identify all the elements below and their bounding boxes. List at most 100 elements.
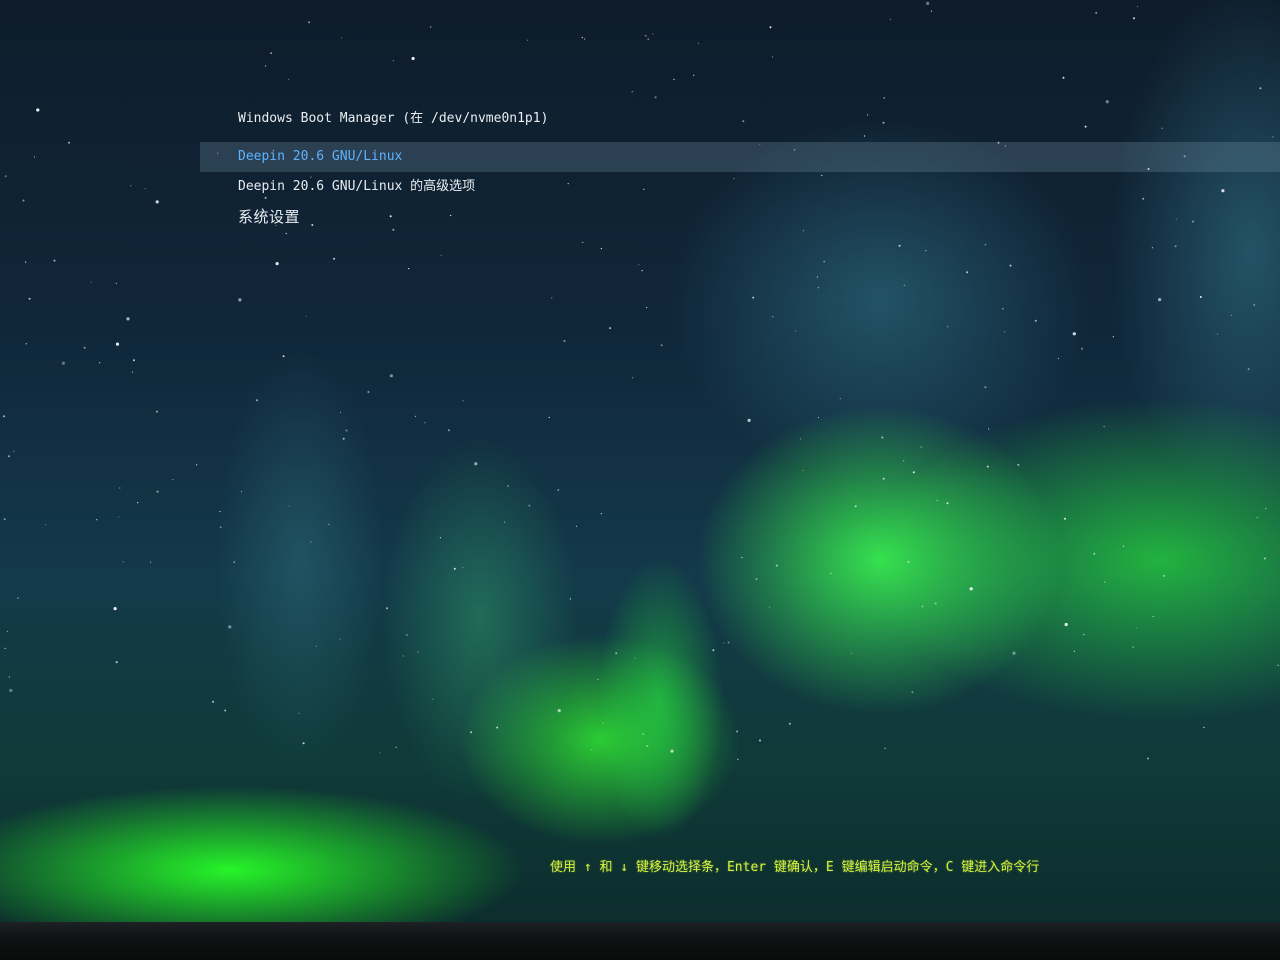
- star: [305, 315, 307, 317]
- star: [563, 340, 566, 342]
- star: [439, 537, 441, 539]
- star: [113, 607, 117, 611]
- star: [988, 428, 990, 430]
- star: [90, 281, 92, 283]
- star: [581, 36, 583, 39]
- star: [755, 578, 758, 581]
- star: [308, 21, 311, 24]
- star: [644, 34, 647, 37]
- star: [557, 489, 560, 491]
- star: [903, 284, 905, 286]
- star: [389, 374, 393, 378]
- star: [417, 651, 419, 653]
- star: [1083, 634, 1085, 636]
- star: [430, 26, 432, 28]
- star: [156, 490, 159, 493]
- star: [788, 722, 791, 725]
- star: [392, 60, 394, 62]
- star: [673, 78, 675, 80]
- star: [1064, 517, 1066, 520]
- star: [631, 91, 633, 93]
- star: [265, 65, 267, 67]
- boot-screen: Windows Boot Manager (在 /dev/nvme0n1p1) …: [0, 0, 1280, 960]
- star: [285, 232, 287, 235]
- star: [33, 156, 36, 158]
- star: [1230, 314, 1232, 316]
- star: [386, 607, 388, 610]
- star: [1216, 333, 1219, 335]
- star: [4, 175, 7, 178]
- star: [569, 598, 572, 600]
- star: [609, 327, 612, 330]
- star: [156, 410, 158, 413]
- star: [408, 268, 410, 270]
- star: [723, 642, 725, 644]
- star: [130, 185, 132, 187]
- star: [830, 572, 832, 574]
- boot-entry-system-settings[interactable]: 系统设置: [200, 202, 1280, 232]
- star: [575, 525, 578, 527]
- boot-menu: Windows Boot Manager (在 /dev/nvme0n1p1) …: [200, 104, 1280, 232]
- star: [1253, 304, 1256, 306]
- star: [660, 344, 663, 347]
- star: [1112, 336, 1114, 338]
- star: [440, 254, 442, 257]
- star: [118, 516, 120, 518]
- star: [1072, 332, 1076, 336]
- star: [934, 602, 937, 605]
- star: [219, 510, 221, 513]
- star: [144, 188, 146, 190]
- star: [1259, 87, 1262, 90]
- star: [126, 317, 130, 321]
- star: [772, 316, 774, 318]
- star: [817, 416, 820, 419]
- star: [1174, 245, 1177, 248]
- star: [817, 287, 819, 289]
- star: [1199, 296, 1202, 298]
- star: [132, 359, 135, 362]
- star: [119, 487, 121, 489]
- star: [1263, 557, 1266, 560]
- star: [25, 343, 27, 345]
- star: [9, 688, 13, 693]
- star: [1103, 425, 1105, 428]
- star: [1265, 508, 1267, 510]
- star: [339, 411, 342, 413]
- star: [769, 26, 772, 29]
- star: [402, 655, 404, 657]
- star: [83, 346, 86, 349]
- star: [1133, 17, 1135, 20]
- star: [925, 250, 927, 252]
- boot-entry-deepin-advanced[interactable]: Deepin 20.6 GNU/Linux 的高级选项: [200, 172, 1280, 202]
- star: [96, 519, 98, 521]
- star: [907, 560, 910, 563]
- star: [406, 634, 408, 636]
- boot-entry-windows[interactable]: Windows Boot Manager (在 /dev/nvme0n1p1): [200, 104, 1280, 134]
- star: [315, 645, 317, 647]
- star: [1034, 319, 1037, 322]
- star: [288, 78, 290, 80]
- star: [930, 10, 933, 12]
- star: [414, 415, 417, 417]
- star: [632, 377, 634, 379]
- star: [600, 513, 603, 515]
- star: [345, 429, 348, 432]
- star: [1203, 726, 1205, 729]
- star: [984, 386, 987, 389]
- star: [504, 521, 506, 523]
- star: [654, 96, 657, 99]
- star: [1093, 552, 1096, 555]
- star: [131, 371, 134, 373]
- star: [1137, 6, 1139, 8]
- star: [600, 248, 603, 250]
- star: [395, 746, 397, 748]
- star: [1062, 76, 1065, 79]
- star: [1081, 347, 1083, 350]
- star: [115, 342, 120, 346]
- star: [911, 691, 914, 694]
- star: [912, 471, 915, 474]
- star: [693, 74, 695, 76]
- boot-entry-deepin[interactable]: Deepin 20.6 GNU/Linux: [200, 142, 1280, 172]
- star: [969, 587, 973, 591]
- star: [22, 199, 25, 202]
